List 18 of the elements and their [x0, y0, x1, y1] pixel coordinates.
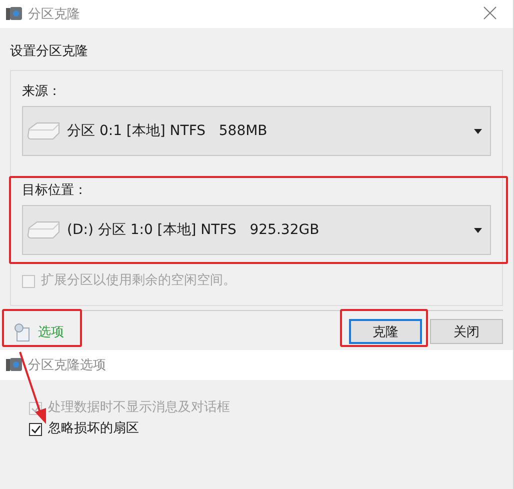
source-label: 来源：: [22, 83, 62, 100]
check-icon: [30, 424, 40, 434]
window-title: 分区克隆选项: [28, 357, 107, 374]
check-icon: [30, 404, 40, 412]
app-icon: [6, 358, 22, 372]
section-heading: 设置分区克隆: [10, 43, 89, 60]
close-icon: [483, 6, 497, 20]
caret-icon: [474, 228, 482, 232]
source-dropdown[interactable]: 分区 0:1 [本地] NTFS 588MB: [22, 106, 491, 156]
dialog-button[interactable]: 克隆: [349, 319, 422, 344]
checkbox-option[interactable]: 忽略损坏的扇区: [29, 421, 139, 437]
caret-icon: [474, 128, 482, 134]
dialog-button[interactable]: 关闭: [430, 319, 503, 344]
window-title: 分区克隆: [28, 6, 81, 23]
options-icon: [12, 322, 32, 342]
app-icon: [6, 7, 22, 21]
target-dropdown[interactable]: (D:) 分区 1:0 [本地] NTFS 925.32GB: [22, 205, 491, 255]
target-label: 目标位置：: [22, 182, 88, 199]
